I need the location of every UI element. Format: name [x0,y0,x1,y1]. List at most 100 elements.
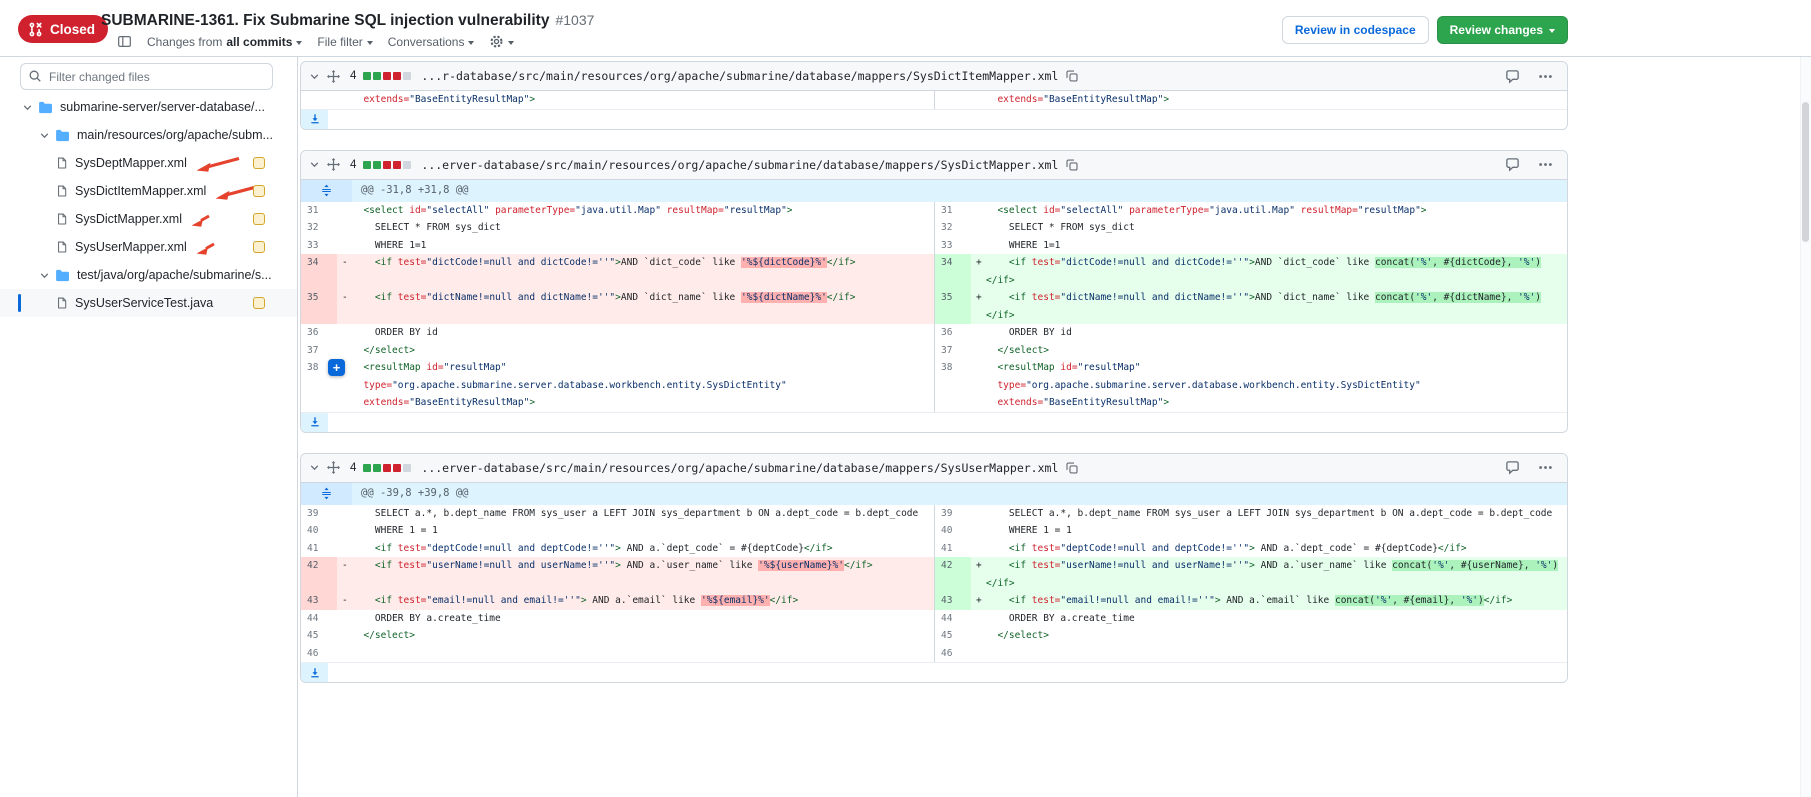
line-number[interactable]: 35 [301,289,337,324]
line-number[interactable]: 33 [301,237,337,255]
expand-down-button[interactable] [301,413,328,432]
line-number[interactable]: 43 [935,592,971,610]
sidebar-toggle-icon[interactable] [117,34,132,49]
line-number[interactable]: 40 [301,522,337,540]
review-changes-button[interactable]: Review changes [1437,16,1568,44]
line-number[interactable]: 34 [935,254,971,289]
folder-icon [55,129,70,142]
file-label: SysUserServiceTest.java [75,296,213,310]
line-number[interactable]: 39 [301,505,337,523]
diff-right-cell: 34+ <if test="dictCode!=null and dictCod… [934,254,1567,289]
diff-marker [971,324,986,342]
file-filter-dropdown[interactable]: File filter [317,35,372,49]
line-number[interactable]: 45 [301,627,337,645]
expand-down-button[interactable] [301,663,328,682]
file-path[interactable]: ...erver-database/src/main/resources/org… [421,461,1058,475]
comment-icon[interactable] [1505,69,1520,84]
changes-from-dropdown[interactable]: Changes from all commits [147,35,302,49]
sidebar-item-sysuserservicetest-java[interactable]: SysUserServiceTest.java [0,289,297,317]
line-number[interactable]: 45 [935,627,971,645]
sidebar-item-sysusermapper-xml[interactable]: SysUserMapper.xml [0,233,297,261]
vertical-scrollbar[interactable] [1800,57,1811,797]
line-number[interactable]: 42 [935,557,971,592]
line-number[interactable] [301,91,337,109]
filter-changed-files-input[interactable] [20,63,273,90]
diffstat-square [373,72,381,80]
line-number[interactable]: 39 [935,505,971,523]
comment-icon[interactable] [1505,157,1520,172]
comment-icon[interactable] [1505,460,1520,475]
diffstat-square [383,464,391,472]
copy-path-icon[interactable] [1065,461,1079,475]
line-number[interactable]: 36 [301,324,337,342]
drag-handle-icon[interactable] [327,158,340,171]
sidebar-item-main-resources-org-apache-subm[interactable]: main/resources/org/apache/subm... [0,121,297,149]
line-number[interactable]: 38 [935,359,971,412]
sidebar-item-test-java-org-apache-submarine-s[interactable]: test/java/org/apache/submarine/s... [0,261,297,289]
diffstat-square [363,72,371,80]
add-comment-button[interactable]: + [328,359,345,376]
kebab-menu-icon[interactable] [1538,460,1553,475]
line-number[interactable]: 32 [935,219,971,237]
diffstat [363,72,411,80]
diff-right-cell: 38 <resultMap id="resultMap" type="org.a… [934,359,1567,412]
sidebar-item-sysdeptmapper-xml[interactable]: SysDeptMapper.xml [0,149,297,177]
diff-right-cell: 41 <if test="deptCode!=null and deptCode… [934,540,1567,558]
expand-hunk-button[interactable] [301,180,352,202]
code-line: <if test="email!=null and email!=''"> AN… [352,592,798,610]
diff-marker [971,575,986,593]
line-number[interactable]: 44 [301,610,337,628]
sidebar-item-submarine-server-server-database[interactable]: submarine-server/server-database/... [0,93,297,121]
kebab-menu-icon[interactable] [1538,157,1553,172]
line-number[interactable]: 35 [935,289,971,324]
line-number[interactable]: 42 [301,557,337,592]
diff-row: 39 SELECT a.*, b.dept_name FROM sys_user… [301,505,1567,523]
line-number[interactable]: 46 [935,645,971,663]
kebab-menu-icon[interactable] [1538,69,1553,84]
diff-settings-dropdown[interactable] [489,34,514,49]
chevron-down-icon[interactable] [309,462,320,473]
page-title: SUBMARINE-1361. Fix Submarine SQL inject… [101,12,594,30]
line-number[interactable]: 33 [935,237,971,255]
expand-hunk-button[interactable] [301,483,352,505]
chevron-down-icon[interactable] [309,159,320,170]
chevron-down-icon[interactable] [22,102,33,113]
line-number[interactable]: 31 [935,202,971,220]
diff-marker [337,324,352,342]
drag-handle-icon[interactable] [327,70,340,83]
line-number[interactable]: 37 [935,342,971,360]
line-number[interactable]: 41 [301,540,337,558]
diff-panel: 4...r-database/src/main/resources/org/ap… [300,61,1568,130]
chevron-down-icon[interactable] [39,130,50,141]
file-path[interactable]: ...erver-database/src/main/resources/org… [421,158,1058,172]
diff-marker [971,237,986,255]
line-number[interactable]: 46 [301,645,337,663]
scrollbar-thumb[interactable] [1802,102,1809,242]
diff-row: 35- <if test="dictName!=null and dictNam… [301,289,1567,324]
copy-path-icon[interactable] [1065,158,1079,172]
line-number[interactable]: 36 [935,324,971,342]
line-number[interactable]: 40 [935,522,971,540]
line-number[interactable]: 43 [301,592,337,610]
line-number[interactable]: 41 [935,540,971,558]
chevron-down-icon[interactable] [309,71,320,82]
diff-left-cell: 38 <resultMap id="resultMap" type="org.a… [301,359,934,412]
line-number[interactable]: 31 [301,202,337,220]
copy-path-icon[interactable] [1065,69,1079,83]
file-path[interactable]: ...r-database/src/main/resources/org/apa… [421,69,1058,83]
line-number[interactable]: 37 [301,342,337,360]
chevron-down-icon[interactable] [39,270,50,281]
sidebar-item-sysdictmapper-xml[interactable]: SysDictMapper.xml [0,205,297,233]
code-line: type="org.apache.submarine.server.databa… [986,377,1421,395]
conversations-dropdown[interactable]: Conversations [388,35,475,49]
sidebar-item-sysdictitemmapper-xml[interactable]: SysDictItemMapper.xml [0,177,297,205]
code-line: ORDER BY id [986,324,1072,342]
diff-marker: - [337,592,352,610]
review-in-codespace-button[interactable]: Review in codespace [1282,16,1429,44]
drag-handle-icon[interactable] [327,461,340,474]
line-number[interactable]: 44 [935,610,971,628]
expand-down-button[interactable] [301,110,328,129]
line-number[interactable]: 34 [301,254,337,289]
line-number[interactable]: 32 [301,219,337,237]
line-number[interactable] [935,91,971,109]
